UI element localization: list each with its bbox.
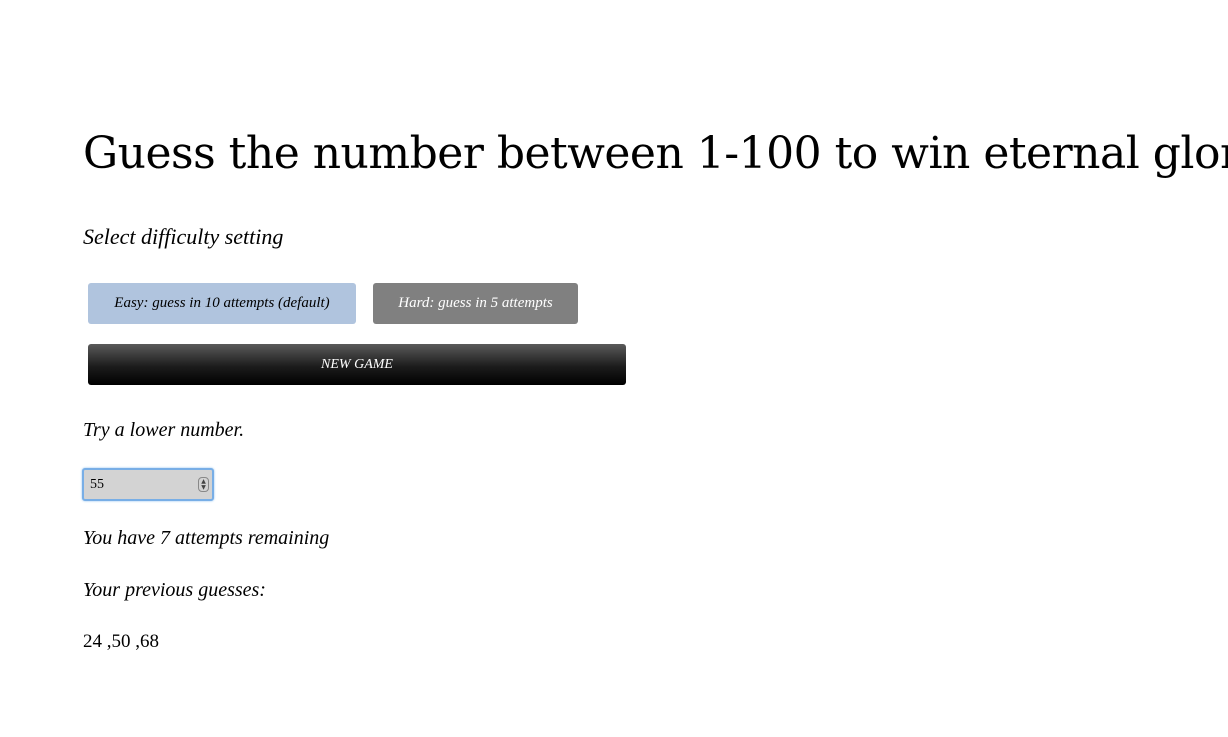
number-spinner-icon[interactable]: ▲ ▼ [198,477,209,492]
page-title: Guess the number between 1-100 to win et… [83,128,1228,179]
hard-difficulty-button[interactable]: Hard: guess in 5 attempts [373,283,578,324]
previous-guesses-values: 24 ,50 ,68 [83,631,159,652]
difficulty-heading: Select difficulty setting [83,224,284,249]
previous-guesses-label: Your previous guesses: [83,579,266,601]
attempts-remaining: You have 7 attempts remaining [83,527,330,549]
spinner-down-icon[interactable]: ▼ [199,484,208,491]
new-game-button[interactable]: NEW GAME [88,344,626,385]
page: Guess the number between 1-100 to win et… [0,0,1228,737]
guess-input-container[interactable]: ▲ ▼ [82,468,214,501]
easy-difficulty-button[interactable]: Easy: guess in 10 attempts (default) [88,283,356,324]
guess-input[interactable] [84,470,194,499]
feedback-message: Try a lower number. [83,419,245,441]
